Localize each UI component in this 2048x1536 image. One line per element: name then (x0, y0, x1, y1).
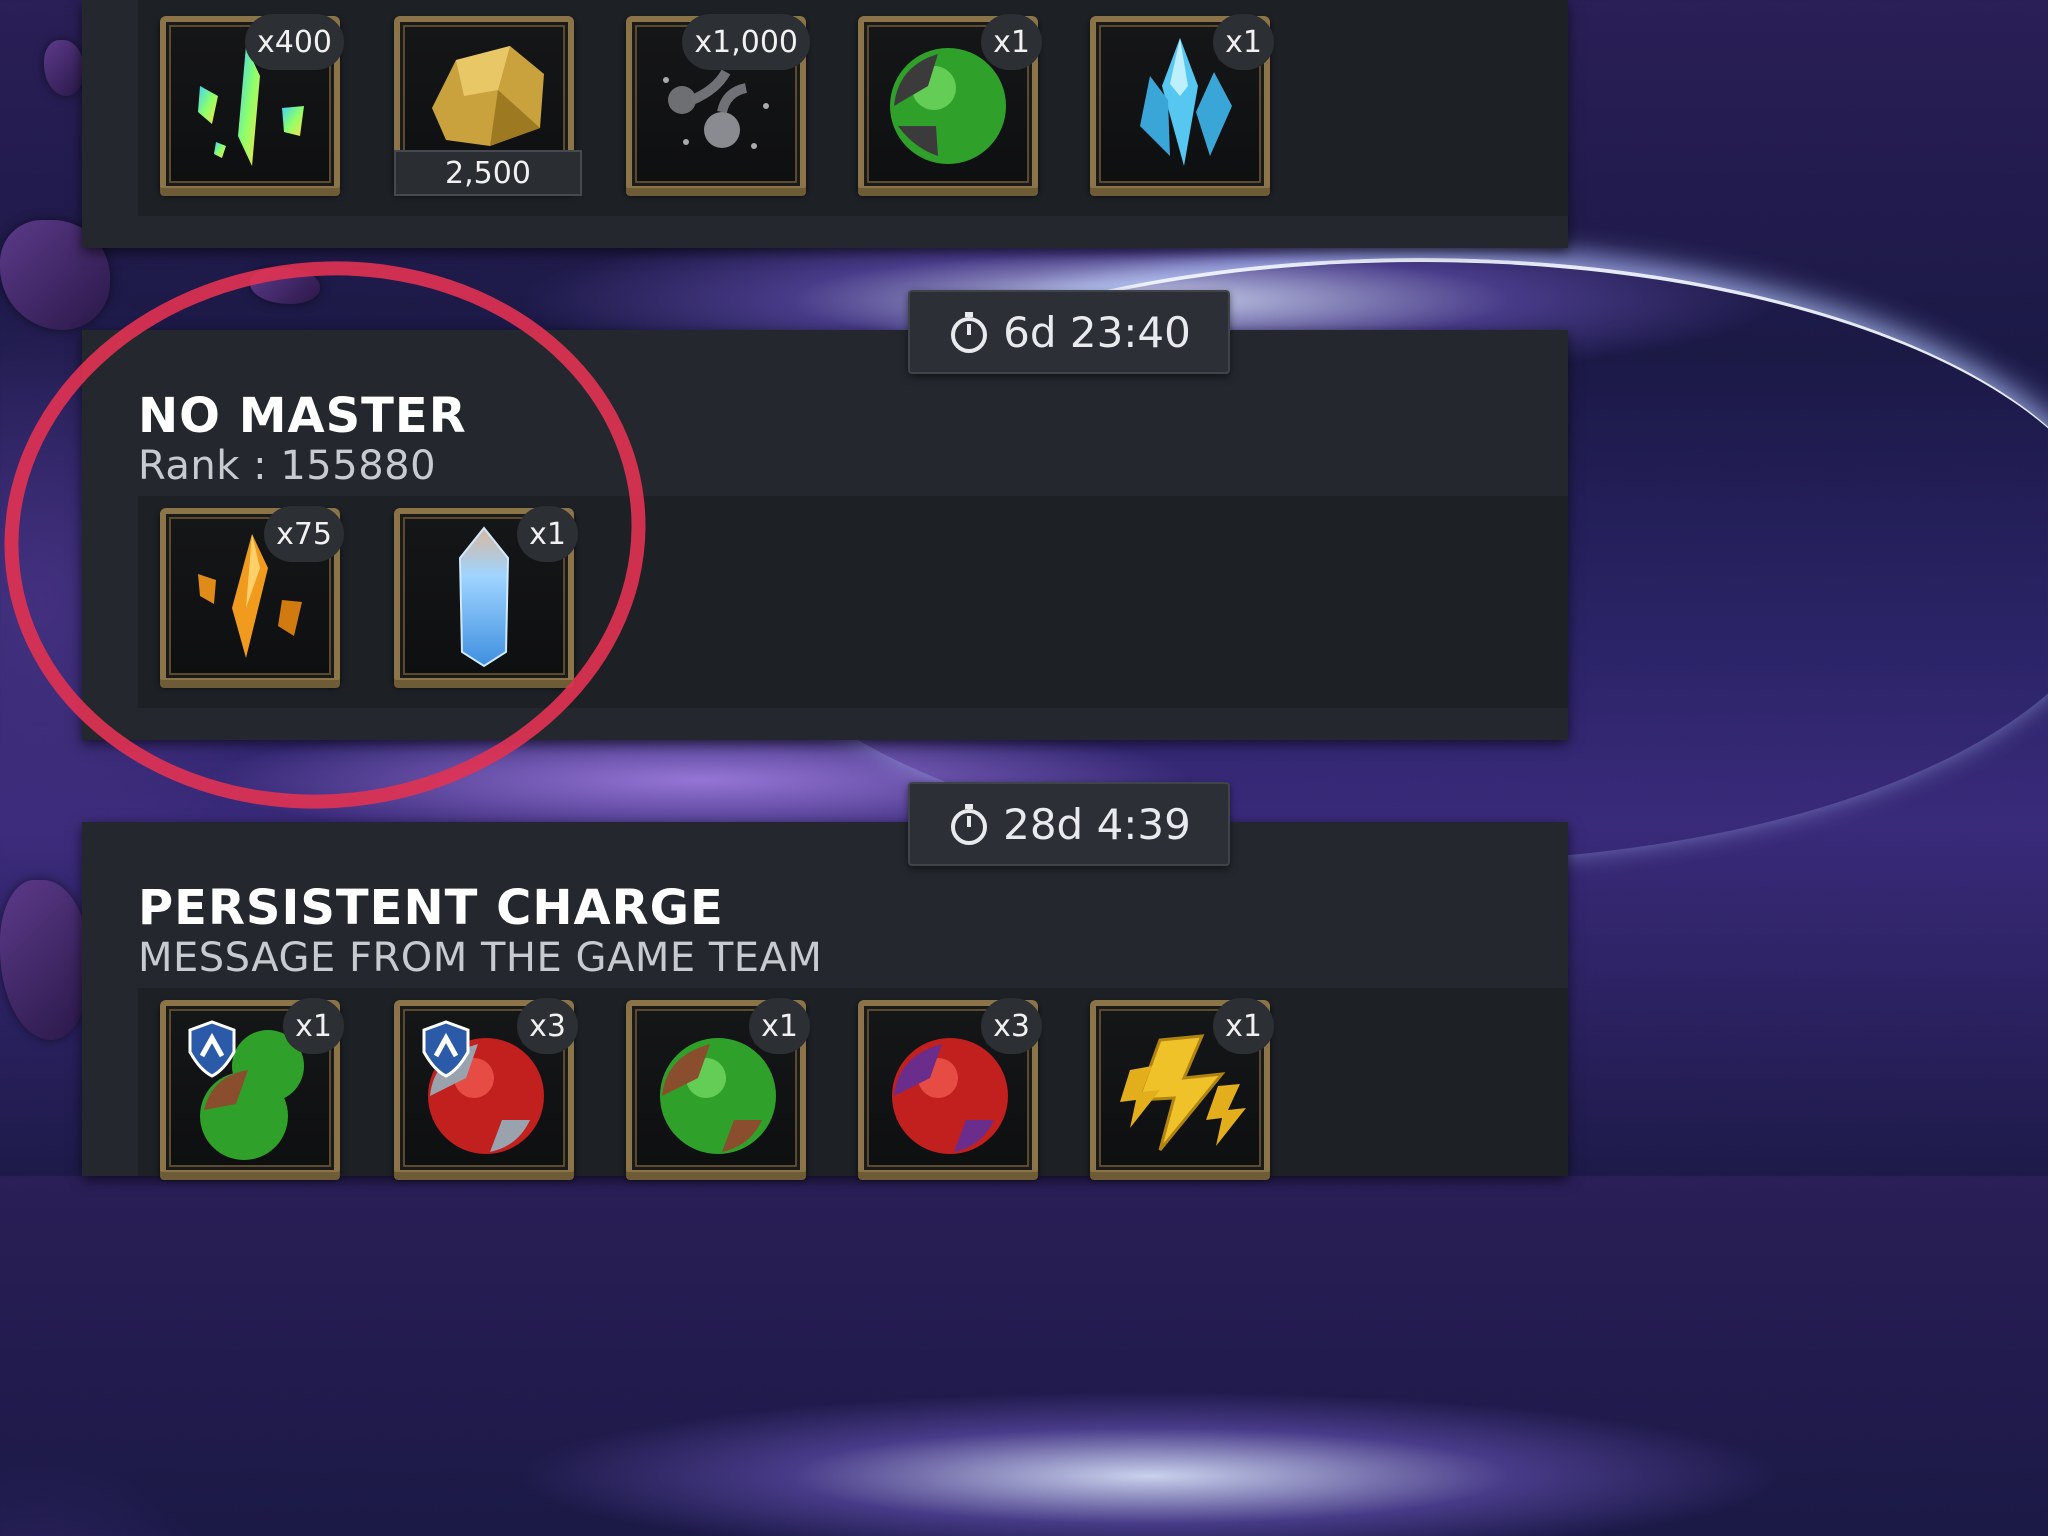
quantity-badge: x1 (981, 14, 1042, 70)
rank-label: Rank : 155880 (138, 443, 437, 489)
reward-strip (138, 988, 1568, 1176)
stopwatch-icon (951, 312, 988, 353)
reward-item[interactable]: x1 (394, 506, 578, 688)
quantity-badge: x1 (1213, 998, 1274, 1054)
persistent-charge-panel: 28d 4:39 PERSISTENT CHARGE MESSAGE FROM … (82, 782, 1568, 1180)
amount-label: 2,500 (394, 150, 582, 196)
event-timer: 28d 4:39 (908, 782, 1230, 866)
reward-item[interactable]: x1 (858, 14, 1042, 196)
quantity-badge: x1,000 (682, 14, 810, 70)
reward-strip (138, 0, 1568, 216)
quest-title: PERSISTENT CHARGE (138, 880, 724, 936)
reward-item[interactable]: x1,000 (626, 14, 810, 196)
floating-rock (44, 40, 84, 96)
no-master-panel: 6d 23:40 NO MASTER Rank : 155880 x75 x1 (82, 290, 1568, 740)
reward-item[interactable]: x1 (160, 998, 344, 1180)
quantity-badge: x1 (749, 998, 810, 1054)
reward-panel-top: x400 2,500 x1,000 x1 x1 (82, 0, 1568, 248)
event-timer: 6d 23:40 (908, 290, 1230, 374)
reward-item[interactable]: 2,500 (394, 16, 582, 196)
stopwatch-icon (951, 804, 988, 845)
reward-item[interactable]: x1 (1090, 998, 1274, 1180)
quantity-badge: x1 (1213, 14, 1274, 70)
quantity-badge: x75 (264, 506, 344, 562)
quantity-badge: x1 (517, 506, 578, 562)
reward-item[interactable]: x400 (160, 14, 344, 196)
reward-strip (138, 496, 1568, 708)
quantity-badge: x3 (981, 998, 1042, 1054)
timer-text: 28d 4:39 (1003, 799, 1191, 849)
reward-item[interactable]: x75 (160, 506, 344, 688)
reward-item[interactable]: x3 (858, 998, 1042, 1180)
quest-title: NO MASTER (138, 388, 467, 444)
quantity-badge: x3 (517, 998, 578, 1054)
quantity-badge: x400 (244, 14, 344, 70)
reward-item[interactable]: x3 (394, 998, 578, 1180)
quantity-badge: x1 (283, 998, 344, 1054)
timer-text: 6d 23:40 (1003, 307, 1191, 357)
reward-item[interactable]: x1 (626, 998, 810, 1180)
floating-rock (0, 880, 90, 1040)
floating-rock (250, 268, 320, 304)
reward-item[interactable]: x1 (1090, 14, 1274, 196)
quest-subtitle: MESSAGE FROM THE GAME TEAM (138, 935, 823, 981)
